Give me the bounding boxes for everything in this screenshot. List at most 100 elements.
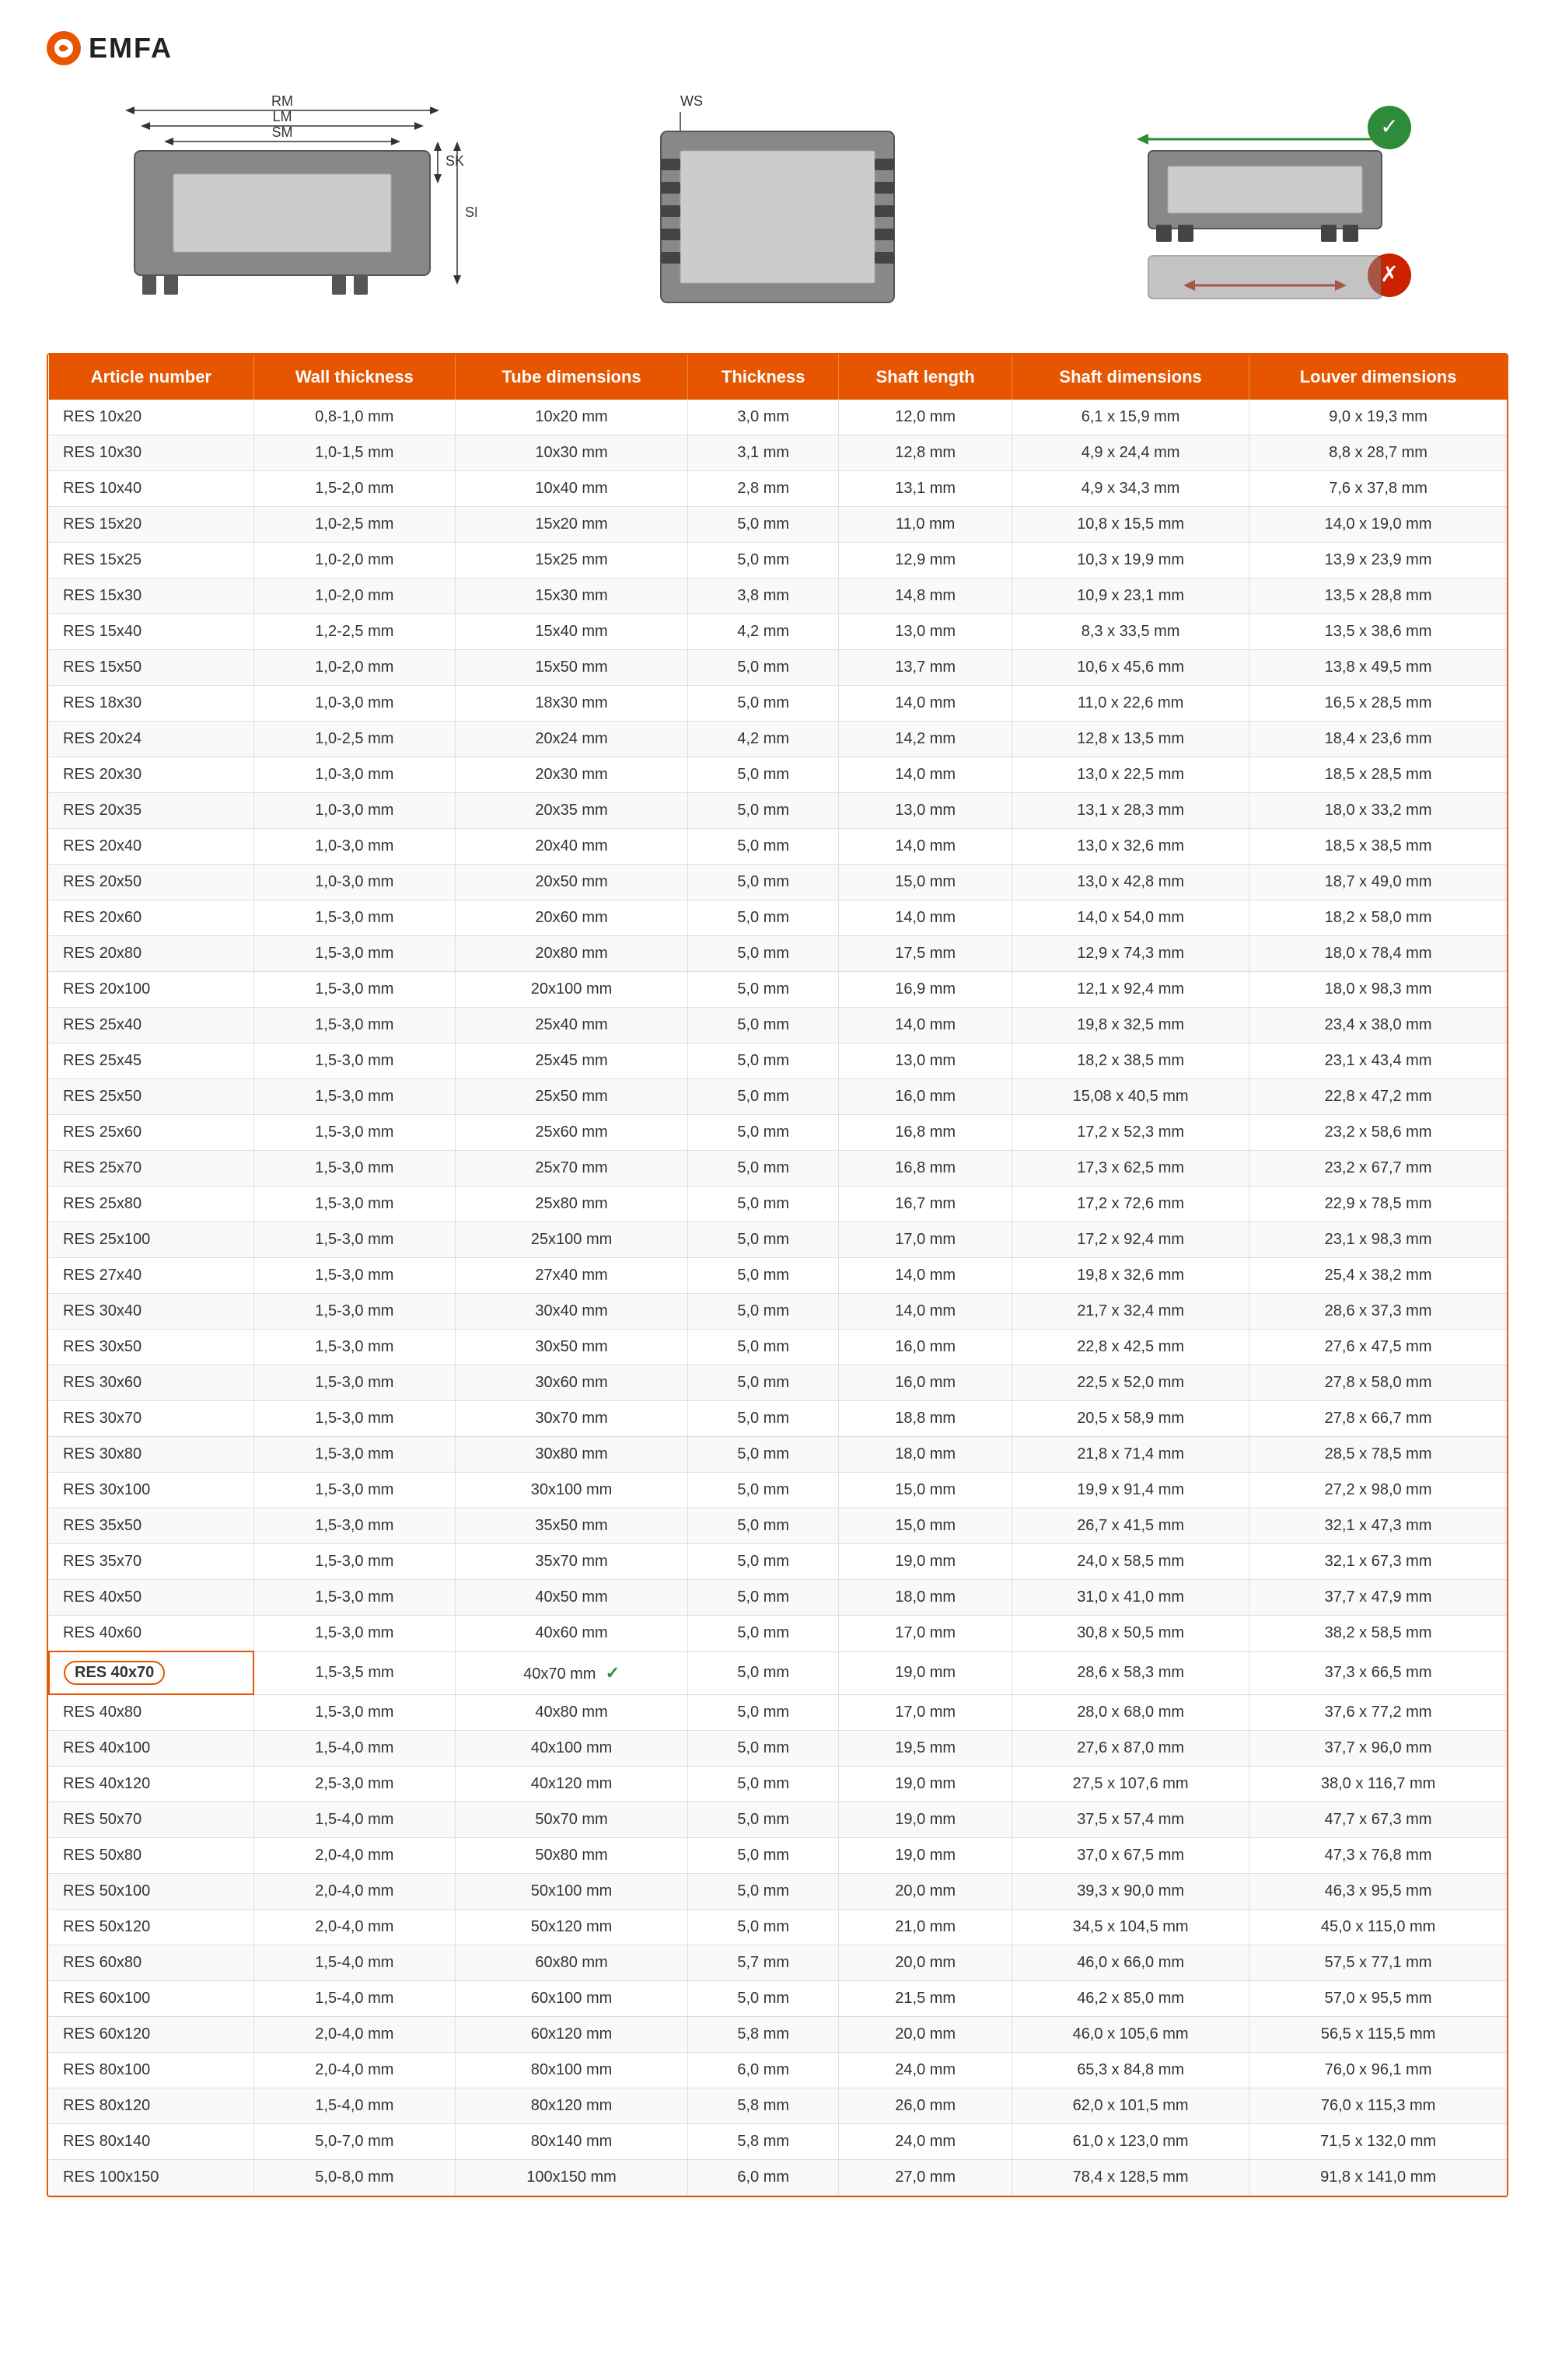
table-cell: 16,8 mm (839, 1115, 1012, 1151)
table-cell: 30x40 mm (455, 1294, 687, 1330)
table-cell: RES 25x45 (49, 1043, 253, 1079)
table-cell: 2,0-4,0 mm (253, 1838, 455, 1874)
table-cell: 5,0 mm (688, 829, 839, 865)
table-cell: 31,0 x 41,0 mm (1012, 1580, 1249, 1616)
table-cell: 17,0 mm (839, 1222, 1012, 1258)
table-cell: 20x80 mm (455, 936, 687, 972)
col-shaft-dimensions: Shaft dimensions (1012, 355, 1249, 400)
table-cell: 2,0-4,0 mm (253, 2053, 455, 2088)
table-cell: 20x24 mm (455, 722, 687, 757)
table-cell: RES 35x70 (49, 1544, 253, 1580)
table-cell: 13,5 x 28,8 mm (1249, 578, 1507, 614)
table-container: Article number Wall thickness Tube dimen… (47, 353, 1508, 2197)
table-cell: 34,5 x 104,5 mm (1012, 1910, 1249, 1945)
table-cell: 4,9 x 24,4 mm (1012, 435, 1249, 471)
table-cell: RES 80x140 (49, 2124, 253, 2160)
table-cell: 32,1 x 47,3 mm (1249, 1508, 1507, 1544)
table-cell: 13,5 x 38,6 mm (1249, 614, 1507, 650)
table-cell: 5,0 mm (688, 1838, 839, 1874)
data-table: Article number Wall thickness Tube dimen… (48, 355, 1507, 2196)
table-row: RES 20x241,0-2,5 mm20x24 mm4,2 mm14,2 mm… (49, 722, 1507, 757)
table-row: RES 60x801,5-4,0 mm60x80 mm5,7 mm20,0 mm… (49, 1945, 1507, 1981)
table-cell: 18x30 mm (455, 686, 687, 722)
table-cell: 5,0 mm (688, 1694, 839, 1731)
table-cell: 1,5-4,0 mm (253, 1981, 455, 2017)
table-cell: 22,8 x 42,5 mm (1012, 1330, 1249, 1365)
table-row: RES 40x1202,5-3,0 mm40x120 mm5,0 mm19,0 … (49, 1767, 1507, 1802)
table-row: RES 25x801,5-3,0 mm25x80 mm5,0 mm16,7 mm… (49, 1187, 1507, 1222)
table-cell: 20x100 mm (455, 972, 687, 1008)
table-cell: RES 35x50 (49, 1508, 253, 1544)
table-cell: 5,0 mm (688, 1802, 839, 1838)
table-cell: 60x100 mm (455, 1981, 687, 2017)
table-cell: RES 25x40 (49, 1008, 253, 1043)
table-cell: 5,0 mm (688, 900, 839, 936)
table-cell: 19,5 mm (839, 1731, 1012, 1767)
table-cell: 17,2 x 72,6 mm (1012, 1187, 1249, 1222)
table-cell: 100x150 mm (455, 2160, 687, 2196)
table-cell: 1,5-3,0 mm (253, 1473, 455, 1508)
table-cell: 1,0-1,5 mm (253, 435, 455, 471)
table-cell: 1,5-3,0 mm (253, 1616, 455, 1652)
table-cell: RES 20x40 (49, 829, 253, 865)
table-cell: 5,0 mm (688, 650, 839, 686)
table-cell: 25x40 mm (455, 1008, 687, 1043)
table-cell: 10x20 mm (455, 400, 687, 435)
table-cell: 4,2 mm (688, 722, 839, 757)
table-row: RES 30x701,5-3,0 mm30x70 mm5,0 mm18,8 mm… (49, 1401, 1507, 1437)
table-cell: 5,0 mm (688, 507, 839, 543)
table-cell: 1,0-3,0 mm (253, 793, 455, 829)
table-cell: 10x40 mm (455, 471, 687, 507)
table-cell: 0,8-1,0 mm (253, 400, 455, 435)
table-cell: 25x45 mm (455, 1043, 687, 1079)
svg-text:✗: ✗ (1380, 262, 1398, 286)
table-cell: 13,1 x 28,3 mm (1012, 793, 1249, 829)
table-cell: 5,0 mm (688, 1365, 839, 1401)
table-cell: 14,2 mm (839, 722, 1012, 757)
table-cell: 23,2 x 58,6 mm (1249, 1115, 1507, 1151)
table-cell: 5,0 mm (688, 1651, 839, 1694)
table-cell: 37,0 x 67,5 mm (1012, 1838, 1249, 1874)
table-cell: RES 15x25 (49, 543, 253, 578)
table-cell: 20,0 mm (839, 1945, 1012, 1981)
table-cell: RES 40x70 (49, 1651, 253, 1694)
table-cell: 1,5-3,0 mm (253, 1580, 455, 1616)
table-cell: 37,6 x 77,2 mm (1249, 1694, 1507, 1731)
table-cell: 14,8 mm (839, 578, 1012, 614)
table-cell: 17,0 mm (839, 1694, 1012, 1731)
table-cell: 10,3 x 19,9 mm (1012, 543, 1249, 578)
table-cell: 46,0 x 105,6 mm (1012, 2017, 1249, 2053)
table-cell: 1,5-3,0 mm (253, 1258, 455, 1294)
svg-text:SK: SK (446, 153, 464, 169)
table-cell: 20x30 mm (455, 757, 687, 793)
table-cell: 16,7 mm (839, 1187, 1012, 1222)
table-cell: RES 50x70 (49, 1802, 253, 1838)
table-cell: 13,9 x 23,9 mm (1249, 543, 1507, 578)
table-cell: 15,0 mm (839, 1473, 1012, 1508)
table-cell: 12,1 x 92,4 mm (1012, 972, 1249, 1008)
table-cell: 5,8 mm (688, 2088, 839, 2124)
diagram-1-svg: RM LM SM (88, 89, 477, 322)
table-cell: 21,7 x 32,4 mm (1012, 1294, 1249, 1330)
table-row: RES 15x301,0-2,0 mm15x30 mm3,8 mm14,8 mm… (49, 578, 1507, 614)
table-cell: 21,8 x 71,4 mm (1012, 1437, 1249, 1473)
table-cell: 16,8 mm (839, 1151, 1012, 1187)
table-row: RES 40x501,5-3,0 mm40x50 mm5,0 mm18,0 mm… (49, 1580, 1507, 1616)
table-cell: 19,0 mm (839, 1838, 1012, 1874)
table-cell: 10,9 x 23,1 mm (1012, 578, 1249, 614)
table-cell: 13,0 x 22,5 mm (1012, 757, 1249, 793)
table-cell: RES 80x100 (49, 2053, 253, 2088)
table-row: RES 40x701,5-3,5 mm40x70 mm ✓5,0 mm19,0 … (49, 1651, 1507, 1694)
table-cell: 4,2 mm (688, 614, 839, 650)
table-cell: 62,0 x 101,5 mm (1012, 2088, 1249, 2124)
table-cell: RES 10x20 (49, 400, 253, 435)
table-cell: 2,0-4,0 mm (253, 1910, 455, 1945)
col-wall-thickness: Wall thickness (253, 355, 455, 400)
table-cell: 24,0 mm (839, 2053, 1012, 2088)
table-row: RES 15x201,0-2,5 mm15x20 mm5,0 mm11,0 mm… (49, 507, 1507, 543)
table-cell: 3,0 mm (688, 400, 839, 435)
table-cell: 1,5-3,0 mm (253, 1115, 455, 1151)
table-cell: 2,0-4,0 mm (253, 1874, 455, 1910)
table-cell: RES 60x100 (49, 1981, 253, 2017)
table-cell: 9,0 x 19,3 mm (1249, 400, 1507, 435)
